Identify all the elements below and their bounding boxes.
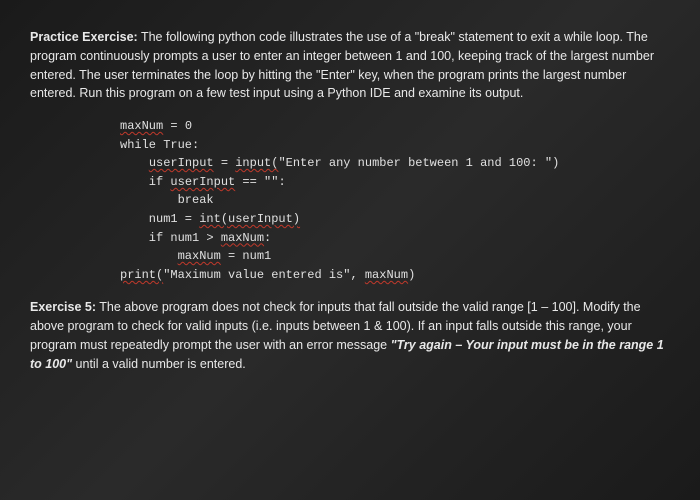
code-token <box>120 249 178 263</box>
practice-exercise-paragraph: Practice Exercise: The following python … <box>30 28 670 103</box>
code-token: : <box>264 231 271 245</box>
code-block: maxNum = 0 while True: userInput = input… <box>120 117 670 284</box>
code-token: = num1 <box>221 249 271 263</box>
code-token: = <box>214 156 236 170</box>
code-token: if num1 > <box>120 231 221 245</box>
code-token: ) <box>408 268 415 282</box>
practice-exercise-label: Practice Exercise: <box>30 30 138 44</box>
code-line: while True: <box>120 138 199 152</box>
code-token: maxNum <box>365 268 408 282</box>
code-token: input( <box>235 156 278 170</box>
code-token: if <box>120 175 170 189</box>
exercise-5-text: until a valid number is entered. <box>72 357 246 371</box>
code-token: maxNum <box>120 119 163 133</box>
code-token: maxNum <box>221 231 264 245</box>
code-token: print( <box>120 268 163 282</box>
code-token: int(userInput) <box>199 212 300 226</box>
code-token <box>120 156 149 170</box>
code-token: "Enter any number between 1 and 100: ") <box>278 156 559 170</box>
code-token: userInput <box>170 175 235 189</box>
document-page: Practice Exercise: The following python … <box>0 0 700 403</box>
exercise-5-paragraph: Exercise 5: The above program does not c… <box>30 298 670 373</box>
code-token: userInput <box>149 156 214 170</box>
code-line: break <box>120 193 214 207</box>
code-token: == "": <box>235 175 285 189</box>
code-token: maxNum <box>178 249 221 263</box>
code-token: "Maximum value entered is", <box>163 268 365 282</box>
code-token: = 0 <box>163 119 192 133</box>
code-token: num1 = <box>120 212 199 226</box>
exercise-5-label: Exercise 5: <box>30 300 96 314</box>
